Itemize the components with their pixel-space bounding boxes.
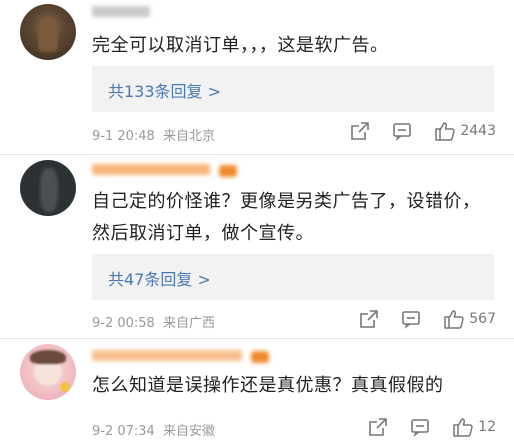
divider <box>0 154 514 155</box>
comment-actions: 2443 <box>328 120 496 142</box>
like-count: 567 <box>469 311 496 327</box>
comment-location: 来自安徽 <box>162 424 215 439</box>
thumbs-up-icon <box>444 310 464 329</box>
username-blurred[interactable] <box>92 348 272 364</box>
reply-box[interactable]: 共47条回复 > <box>92 254 494 300</box>
comment-icon <box>402 311 421 329</box>
comment-text: 完全可以取消订单，，，这是软广告。 <box>92 35 389 56</box>
thumbs-up-icon <box>453 418 473 437</box>
comment-item-3: 怎么知道是误操作还是真优惠？真真假假的 9-2 07:34 来自安徽 12 <box>0 340 514 448</box>
avatar[interactable] <box>20 4 76 60</box>
username-blurred[interactable] <box>92 162 242 178</box>
fan-badge-icon <box>251 351 270 363</box>
comment-item-1: 完全可以取消订单，，，这是软广告。 共133条回复 > 9-1 20:48 来自… <box>0 0 514 156</box>
view-replies-link[interactable]: 共133条回复 > <box>108 78 221 102</box>
avatar[interactable] <box>20 344 76 400</box>
comment-actions: 12 <box>346 416 496 438</box>
comment-text: 怎么知道是误操作还是真优惠？真真假假的 <box>92 375 444 396</box>
share-button[interactable] <box>368 417 388 437</box>
comment-meta: 9-2 07:34 来自安徽 <box>92 420 215 439</box>
share-button[interactable] <box>350 121 370 141</box>
thumbs-up-icon <box>435 122 456 141</box>
divider <box>0 338 514 339</box>
comment-button[interactable] <box>410 417 430 437</box>
comment-meta: 9-2 00:58 来自广西 <box>92 312 215 331</box>
comment-location: 来自广西 <box>162 316 215 331</box>
comment-meta: 9-1 20:48 来自北京 <box>92 125 215 144</box>
fan-badge-icon <box>219 165 238 177</box>
comment-icon <box>411 419 429 437</box>
view-replies-link[interactable]: 共47条回复 > <box>108 266 211 290</box>
like-count: 12 <box>478 419 496 435</box>
like-count: 2443 <box>460 123 496 139</box>
share-icon <box>351 122 370 140</box>
share-button[interactable] <box>359 309 379 329</box>
avatar[interactable] <box>20 160 76 216</box>
comment-actions: 567 <box>337 308 496 330</box>
comment-text: 自己定的价怪谁？更像是另类广告了，设错价，然后取消订单，做个宣传。 <box>92 191 481 244</box>
comment-item-2: 自己定的价怪谁？更像是另类广告了，设错价，然后取消订单，做个宣传。 共47条回复… <box>0 156 514 336</box>
like-button[interactable]: 567 <box>443 308 496 330</box>
comment-time: 9-2 07:34 <box>92 424 155 439</box>
reply-box[interactable]: 共133条回复 > <box>92 66 494 112</box>
like-button[interactable]: 12 <box>452 416 496 438</box>
share-icon <box>360 310 379 328</box>
comment-time: 9-2 00:58 <box>92 316 155 331</box>
comment-icon <box>393 123 412 141</box>
share-icon <box>369 418 387 436</box>
username-blurred[interactable] <box>92 6 152 22</box>
comment-button[interactable] <box>401 309 421 329</box>
comment-time: 9-1 20:48 <box>92 129 155 144</box>
like-button[interactable]: 2443 <box>434 120 496 142</box>
comment-button[interactable] <box>392 121 412 141</box>
comment-location: 来自北京 <box>162 129 215 144</box>
